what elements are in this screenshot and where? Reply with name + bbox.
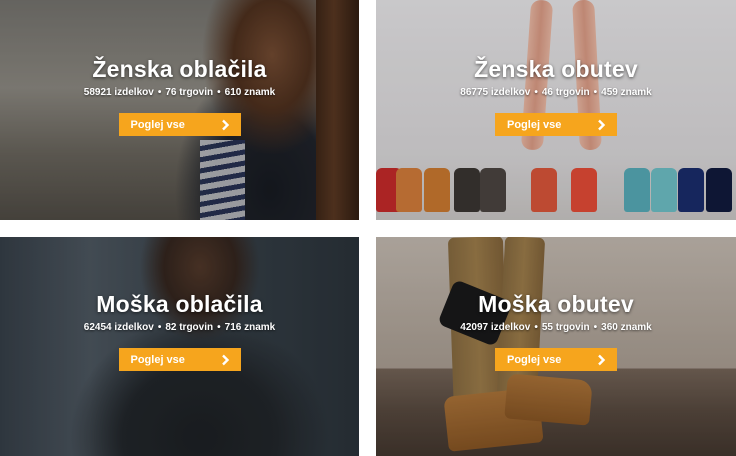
view-all-label: Poglej vse xyxy=(507,118,562,131)
category-content: Moška obutev 42097 izdelkov • 55 trgovin • 3… xyxy=(376,290,736,371)
category-content: Ženska obutev 86775 izdelkov • 46 trgovin •… xyxy=(376,55,736,136)
category-tile-mens-shoes[interactable]: Moška obutev 42097 izdelkov • 55 trgovin • 3… xyxy=(376,237,736,456)
separator: • xyxy=(217,87,221,98)
category-tile-womens-clothing[interactable]: Ženska oblačila 58921 izdelkov • 76 trgovi… xyxy=(0,0,359,220)
separator: • xyxy=(534,322,538,333)
separator: • xyxy=(157,87,162,98)
brand-count: 610 znamk xyxy=(224,87,276,98)
chevron-right-icon xyxy=(221,354,229,365)
chevron-right-icon xyxy=(598,119,606,130)
view-all-button[interactable]: Poglej vse xyxy=(118,348,241,371)
product-count: 86775 izdelkov xyxy=(460,87,531,98)
separator: • xyxy=(593,322,598,333)
separator: • xyxy=(534,87,538,98)
category-stats: 42097 izdelkov • 55 trgovin • 360 znamk xyxy=(376,321,736,335)
category-title: Moška obutev xyxy=(478,291,634,317)
store-count: 46 trgovin xyxy=(541,87,590,98)
store-count: 55 trgovin xyxy=(541,322,590,333)
view-all-button[interactable]: Poglej vse xyxy=(118,113,241,136)
view-all-button[interactable]: Poglej vse xyxy=(495,113,617,136)
brand-count: 716 znamk xyxy=(224,322,276,333)
product-count: 42097 izdelkov xyxy=(460,322,531,333)
product-count: 58921 izdelkov xyxy=(83,87,154,98)
category-title: Ženska oblačila xyxy=(92,56,267,82)
separator: • xyxy=(593,87,598,98)
category-stats: 58921 izdelkov • 76 trgovin • 610 znamk xyxy=(0,86,359,100)
store-count: 82 trgovin xyxy=(165,322,214,333)
view-all-label: Poglej vse xyxy=(130,118,185,131)
chevron-right-icon xyxy=(221,119,229,130)
category-content: Moška oblačila 62454 izdelkov • 82 trgovin… xyxy=(0,290,359,371)
category-tile-womens-shoes[interactable]: Ženska obutev 86775 izdelkov • 46 trgovin •… xyxy=(376,0,736,220)
product-count: 62454 izdelkov xyxy=(83,322,154,333)
brand-count: 360 znamk xyxy=(601,322,652,333)
category-title: Ženska obutev xyxy=(474,56,638,82)
category-stats: 62454 izdelkov • 82 trgovin • 716 znamk xyxy=(0,321,359,335)
category-stats: 86775 izdelkov • 46 trgovin • 459 znamk xyxy=(376,86,736,100)
category-tile-mens-clothing[interactable]: Moška oblačila 62454 izdelkov • 82 trgovin… xyxy=(0,237,359,456)
view-all-label: Poglej vse xyxy=(507,353,562,366)
category-content: Ženska oblačila 58921 izdelkov • 76 trgovi… xyxy=(0,55,359,136)
store-count: 76 trgovin xyxy=(165,87,214,98)
separator: • xyxy=(217,322,221,333)
category-title: Moška oblačila xyxy=(96,291,263,317)
view-all-label: Poglej vse xyxy=(130,353,185,366)
brand-count: 459 znamk xyxy=(601,87,652,98)
chevron-right-icon xyxy=(598,354,606,365)
view-all-button[interactable]: Poglej vse xyxy=(495,348,617,371)
separator: • xyxy=(157,322,162,333)
